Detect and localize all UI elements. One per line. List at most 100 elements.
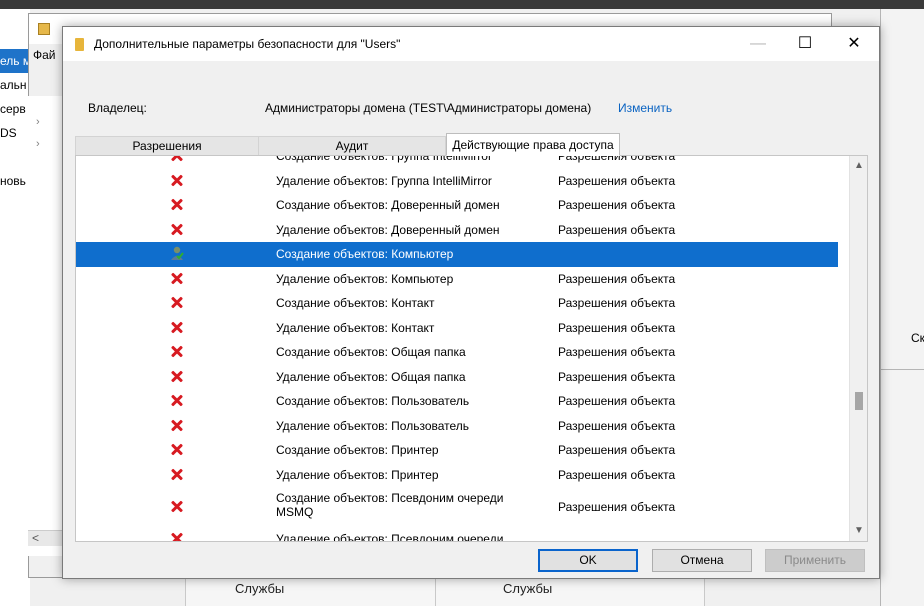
apply-button[interactable]: Применить — [765, 549, 865, 572]
permission-inherited-from: Разрешения объекта — [558, 271, 676, 286]
permission-row[interactable]: Создание объектов: Пользователь Разрешени… — [76, 389, 838, 414]
background-bottom-bar: Службы Службы — [185, 578, 705, 606]
deny-x-icon — [168, 196, 186, 214]
tab-auditing[interactable]: Аудит — [258, 136, 446, 156]
taskbar-strip — [0, 0, 924, 9]
background-nav-item[interactable]: альн — [0, 73, 30, 97]
minimize-button[interactable]: — — [735, 27, 781, 61]
permission-inherited-from: Разрешения объекта — [558, 198, 676, 213]
background-tree: › › — [28, 96, 64, 556]
tab-effective-access[interactable]: Действующие права доступа — [446, 133, 620, 156]
tree-expander-icon[interactable]: › — [36, 138, 40, 150]
allow-user-icon — [168, 245, 186, 263]
permission-name: Удаление объектов: Пользователь — [276, 418, 470, 433]
permission-name: Удаление объектов: Принтер — [276, 467, 439, 482]
background-nav-item[interactable]: ель м — [0, 49, 30, 73]
permission-row[interactable]: Создание объектов: Контакт Разрешения объ… — [76, 291, 838, 316]
permission-row[interactable]: Удаление объектов: Группа IntelliMirror Р… — [76, 169, 838, 194]
permission-row[interactable]: Удаление объектов: Псевдоним очереди — [76, 527, 838, 542]
permission-row[interactable]: Создание объектов: Псевдоним очереди MSM… — [76, 487, 838, 527]
permission-row[interactable]: Создание объектов: Общая папка Разрешения… — [76, 340, 838, 365]
divider — [185, 579, 186, 606]
permission-inherited-from: Разрешения объекта — [558, 320, 676, 335]
owner-label: Владелец: — [88, 101, 147, 115]
background-hscroll[interactable]: < — [28, 530, 64, 546]
divider — [704, 579, 705, 606]
close-button[interactable]: ✕ — [831, 27, 877, 61]
scroll-thumb[interactable] — [855, 392, 863, 410]
deny-x-icon — [168, 368, 186, 386]
permission-row[interactable]: Удаление объектов: Пользователь Разрешени… — [76, 414, 838, 439]
advanced-security-dialog: Дополнительные параметры безопасности дл… — [62, 26, 880, 579]
permission-name: Удаление объектов: Контакт — [276, 320, 435, 335]
permission-name: Удаление объектов: Доверенный домен — [276, 222, 500, 237]
permission-inherited-from: Разрешения объекта — [558, 222, 676, 237]
permission-name: Создание объектов: Принтер — [276, 443, 439, 458]
permission-name: Создание объектов: Доверенный домен — [276, 198, 500, 213]
cancel-button[interactable]: Отмена — [652, 549, 752, 572]
permission-row[interactable]: Удаление объектов: Общая папка Разрешения… — [76, 365, 838, 390]
permission-inherited-from: Разрешения объекта — [558, 394, 676, 409]
ok-button[interactable]: OK — [538, 549, 638, 572]
permission-row[interactable]: Создание объектов: Принтер Разрешения объ… — [76, 438, 838, 463]
dialog-title: Дополнительные параметры безопасности дл… — [94, 37, 401, 51]
permission-name: Удаление объектов: Общая папка — [276, 369, 466, 384]
permission-row[interactable]: Создание объектов: Доверенный домен Разре… — [76, 193, 838, 218]
tab-permissions[interactable]: Разрешения — [75, 136, 259, 156]
owner-value: Администраторы домена (TEST\Администрато… — [265, 101, 592, 115]
permission-name: Создание объектов: Контакт — [276, 296, 435, 311]
permission-inherited-from: Разрешения объекта — [558, 296, 676, 311]
deny-x-icon — [168, 498, 186, 516]
permission-name: Удаление объектов: Группа IntelliMirror — [276, 173, 492, 188]
maximize-icon: ☐ — [797, 35, 813, 52]
permission-row[interactable]: Удаление объектов: Компьютер Разрешения о… — [76, 267, 838, 292]
background-right-pane: Ск — [880, 9, 924, 606]
deny-x-icon — [168, 530, 186, 541]
permission-row[interactable]: Создание объектов: Компьютер — [76, 242, 838, 267]
deny-x-icon — [168, 392, 186, 410]
change-owner-link[interactable]: Изменить — [618, 101, 672, 115]
background-nav-list: ель м альн серв DS новь — [0, 49, 30, 193]
permission-row[interactable]: Создание объектов: Группа IntelliMirror Р… — [76, 155, 838, 169]
maximize-button[interactable]: ☐ — [782, 27, 828, 61]
dialog-titlebar[interactable]: Дополнительные параметры безопасности дл… — [63, 27, 879, 61]
permission-inherited-from: Разрешения объекта — [558, 345, 676, 360]
background-nav-item[interactable]: серв — [0, 97, 30, 121]
deny-x-icon — [168, 294, 186, 312]
deny-x-icon — [168, 319, 186, 337]
background-menu-file[interactable]: Фай — [33, 48, 56, 62]
tab-bar: Разрешения Аудит Действующие права досту… — [75, 133, 868, 156]
permission-inherited-from: Разрешения объекта — [558, 369, 676, 384]
vertical-scrollbar[interactable]: ▲ ▼ — [849, 156, 867, 541]
permission-inherited-from: Разрешения объекта — [558, 467, 676, 482]
permission-inherited-from: Разрешения объекта — [558, 155, 676, 164]
tree-expander-icon[interactable]: › — [36, 116, 40, 128]
minimize-icon: — — [750, 35, 766, 52]
permission-name: Создание объектов: Общая папка — [276, 345, 466, 360]
permission-name: Создание объектов: Группа IntelliMirror — [276, 155, 492, 164]
permission-name: Создание объектов: Псевдоним очереди MSM… — [276, 491, 504, 519]
permission-name: Создание объектов: Компьютер — [276, 247, 454, 262]
deny-x-icon — [168, 441, 186, 459]
deny-x-icon — [168, 466, 186, 484]
permission-inherited-from: Разрешения объекта — [558, 443, 676, 458]
deny-x-icon — [168, 343, 186, 361]
scroll-up-icon[interactable]: ▲ — [850, 157, 867, 174]
permissions-list[interactable]: Создание объектов: Группа IntelliMirror Р… — [75, 155, 868, 542]
deny-x-icon — [168, 417, 186, 435]
deny-x-icon — [168, 270, 186, 288]
permission-inherited-from: Разрешения объекта — [558, 418, 676, 433]
permission-row[interactable]: Удаление объектов: Принтер Разрешения объ… — [76, 463, 838, 488]
background-nav-item[interactable] — [0, 145, 30, 169]
scroll-left-icon[interactable]: < — [32, 531, 39, 545]
permission-name: Удаление объектов: Псевдоним очереди — [276, 532, 504, 542]
scroll-down-icon[interactable]: ▼ — [850, 522, 867, 539]
permission-row[interactable]: Удаление объектов: Доверенный домен Разре… — [76, 218, 838, 243]
divider — [881, 369, 924, 370]
permission-name: Создание объектов: Пользователь — [276, 394, 470, 409]
permission-name: Удаление объектов: Компьютер — [276, 271, 454, 286]
background-nav-item[interactable]: новь — [0, 169, 30, 193]
background-nav-item[interactable]: DS — [0, 121, 30, 145]
permission-row[interactable]: Удаление объектов: Контакт Разрешения объ… — [76, 316, 838, 341]
background-right-text: Ск — [911, 331, 924, 345]
